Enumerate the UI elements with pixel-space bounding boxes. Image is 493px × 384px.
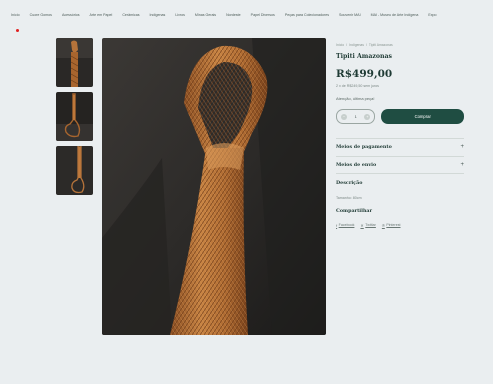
increase-quantity-button[interactable]: +: [364, 113, 371, 120]
x-twitter-icon: ✕: [360, 222, 364, 228]
nav-item-cuore-gomos[interactable]: Cuore Gomos: [30, 13, 52, 17]
share-title: Compartilhar: [336, 207, 373, 214]
cart-badge[interactable]: [16, 29, 19, 32]
nav-item-nordeste[interactable]: Nordeste: [226, 13, 241, 17]
breadcrumb-separator: /: [346, 43, 348, 47]
nav-item-ceramicas[interactable]: Cerâmicas: [122, 13, 139, 17]
share-twitter-label: Twittar: [365, 223, 376, 228]
nav-item-souvenir-mai[interactable]: Souvenir MAI: [339, 13, 361, 17]
nav-item-colecionadores[interactable]: Peças para Colecionadores: [285, 13, 329, 17]
nav-item-indigenas[interactable]: Indígenas: [150, 13, 166, 17]
payment-methods-label: Meios de pagamento: [336, 144, 392, 151]
nav-item-livros[interactable]: Livros: [175, 13, 185, 17]
payment-methods-toggle[interactable]: Meios de pagamento +: [336, 139, 464, 156]
breadcrumb-current: Tipiti Amazonas: [368, 43, 393, 47]
thumbnail-1-image: [56, 38, 93, 87]
plus-icon: +: [460, 161, 464, 168]
quantity-stepper: − 1 +: [336, 109, 376, 124]
share-facebook-link[interactable]: f Facebook: [336, 223, 354, 228]
top-navigation: Início Cuore Gomos Acessórios Arte em Pa…: [0, 0, 493, 30]
nav-item-minas-gerais[interactable]: Minas Gerais: [195, 13, 216, 17]
quantity-value[interactable]: 1: [355, 114, 357, 119]
thumbnail-3[interactable]: [56, 146, 93, 195]
stock-notice: Atenção, última peça!: [336, 96, 375, 101]
purchase-row: − 1 + Comprar: [336, 109, 464, 124]
nav-item-expo[interactable]: Expo: [428, 13, 436, 17]
thumbnail-2[interactable]: [56, 92, 93, 141]
breadcrumb: Início / Indígenas / Tipiti Amazonas: [336, 43, 464, 47]
product-info-panel: Início / Indígenas / Tipiti Amazonas Tip…: [336, 43, 464, 228]
divider: [336, 173, 464, 174]
thumbnail-1[interactable]: [56, 38, 93, 87]
thumbnail-gallery: [56, 38, 94, 200]
breadcrumb-separator: /: [365, 43, 367, 47]
nav-item-papel-diversos[interactable]: Papel Diversos: [251, 13, 275, 17]
plus-icon: +: [460, 144, 464, 151]
nav-item-inicio[interactable]: Início: [11, 13, 20, 17]
thumbnail-2-image: [56, 92, 93, 141]
facebook-icon: f: [336, 222, 338, 228]
share-facebook-label: Facebook: [338, 223, 355, 228]
nav-item-arte-em-papel[interactable]: Arte em Papel: [90, 13, 113, 17]
breadcrumb-home[interactable]: Início: [336, 43, 344, 47]
breadcrumb-category[interactable]: Indígenas: [349, 43, 364, 47]
shipping-methods-toggle[interactable]: Meios de envio +: [336, 156, 464, 173]
braided-tipiti-photo: [102, 38, 326, 335]
shipping-methods-label: Meios de envio: [336, 161, 377, 168]
pinterest-icon: ℗: [381, 222, 385, 228]
description-title: Descrição: [336, 179, 363, 186]
share-twitter-link[interactable]: ✕ Twittar: [360, 223, 375, 228]
installments-text[interactable]: 2 x de R$249,50 sem juros: [336, 84, 464, 88]
buy-button[interactable]: Comprar: [381, 109, 464, 124]
product-price: R$499,00: [336, 68, 393, 80]
nav-item-acessorios[interactable]: Acessórios: [62, 13, 80, 17]
main-product-image[interactable]: [102, 38, 326, 335]
share-pinterest-link[interactable]: ℗ Pinterest: [382, 223, 401, 228]
product-title: Tipiti Amazonas: [336, 53, 392, 60]
nav-item-museu-arte-indigena[interactable]: MAI - Museu de Arte Indígena: [371, 13, 419, 17]
thumbnail-3-image: [56, 146, 93, 195]
description-text: Tamanho: 80cm: [336, 195, 362, 200]
share-pinterest-label: Pinterest: [386, 223, 401, 228]
decrease-quantity-button[interactable]: −: [341, 113, 347, 120]
share-links: f Facebook ✕ Twittar ℗ Pinterest: [336, 223, 464, 228]
